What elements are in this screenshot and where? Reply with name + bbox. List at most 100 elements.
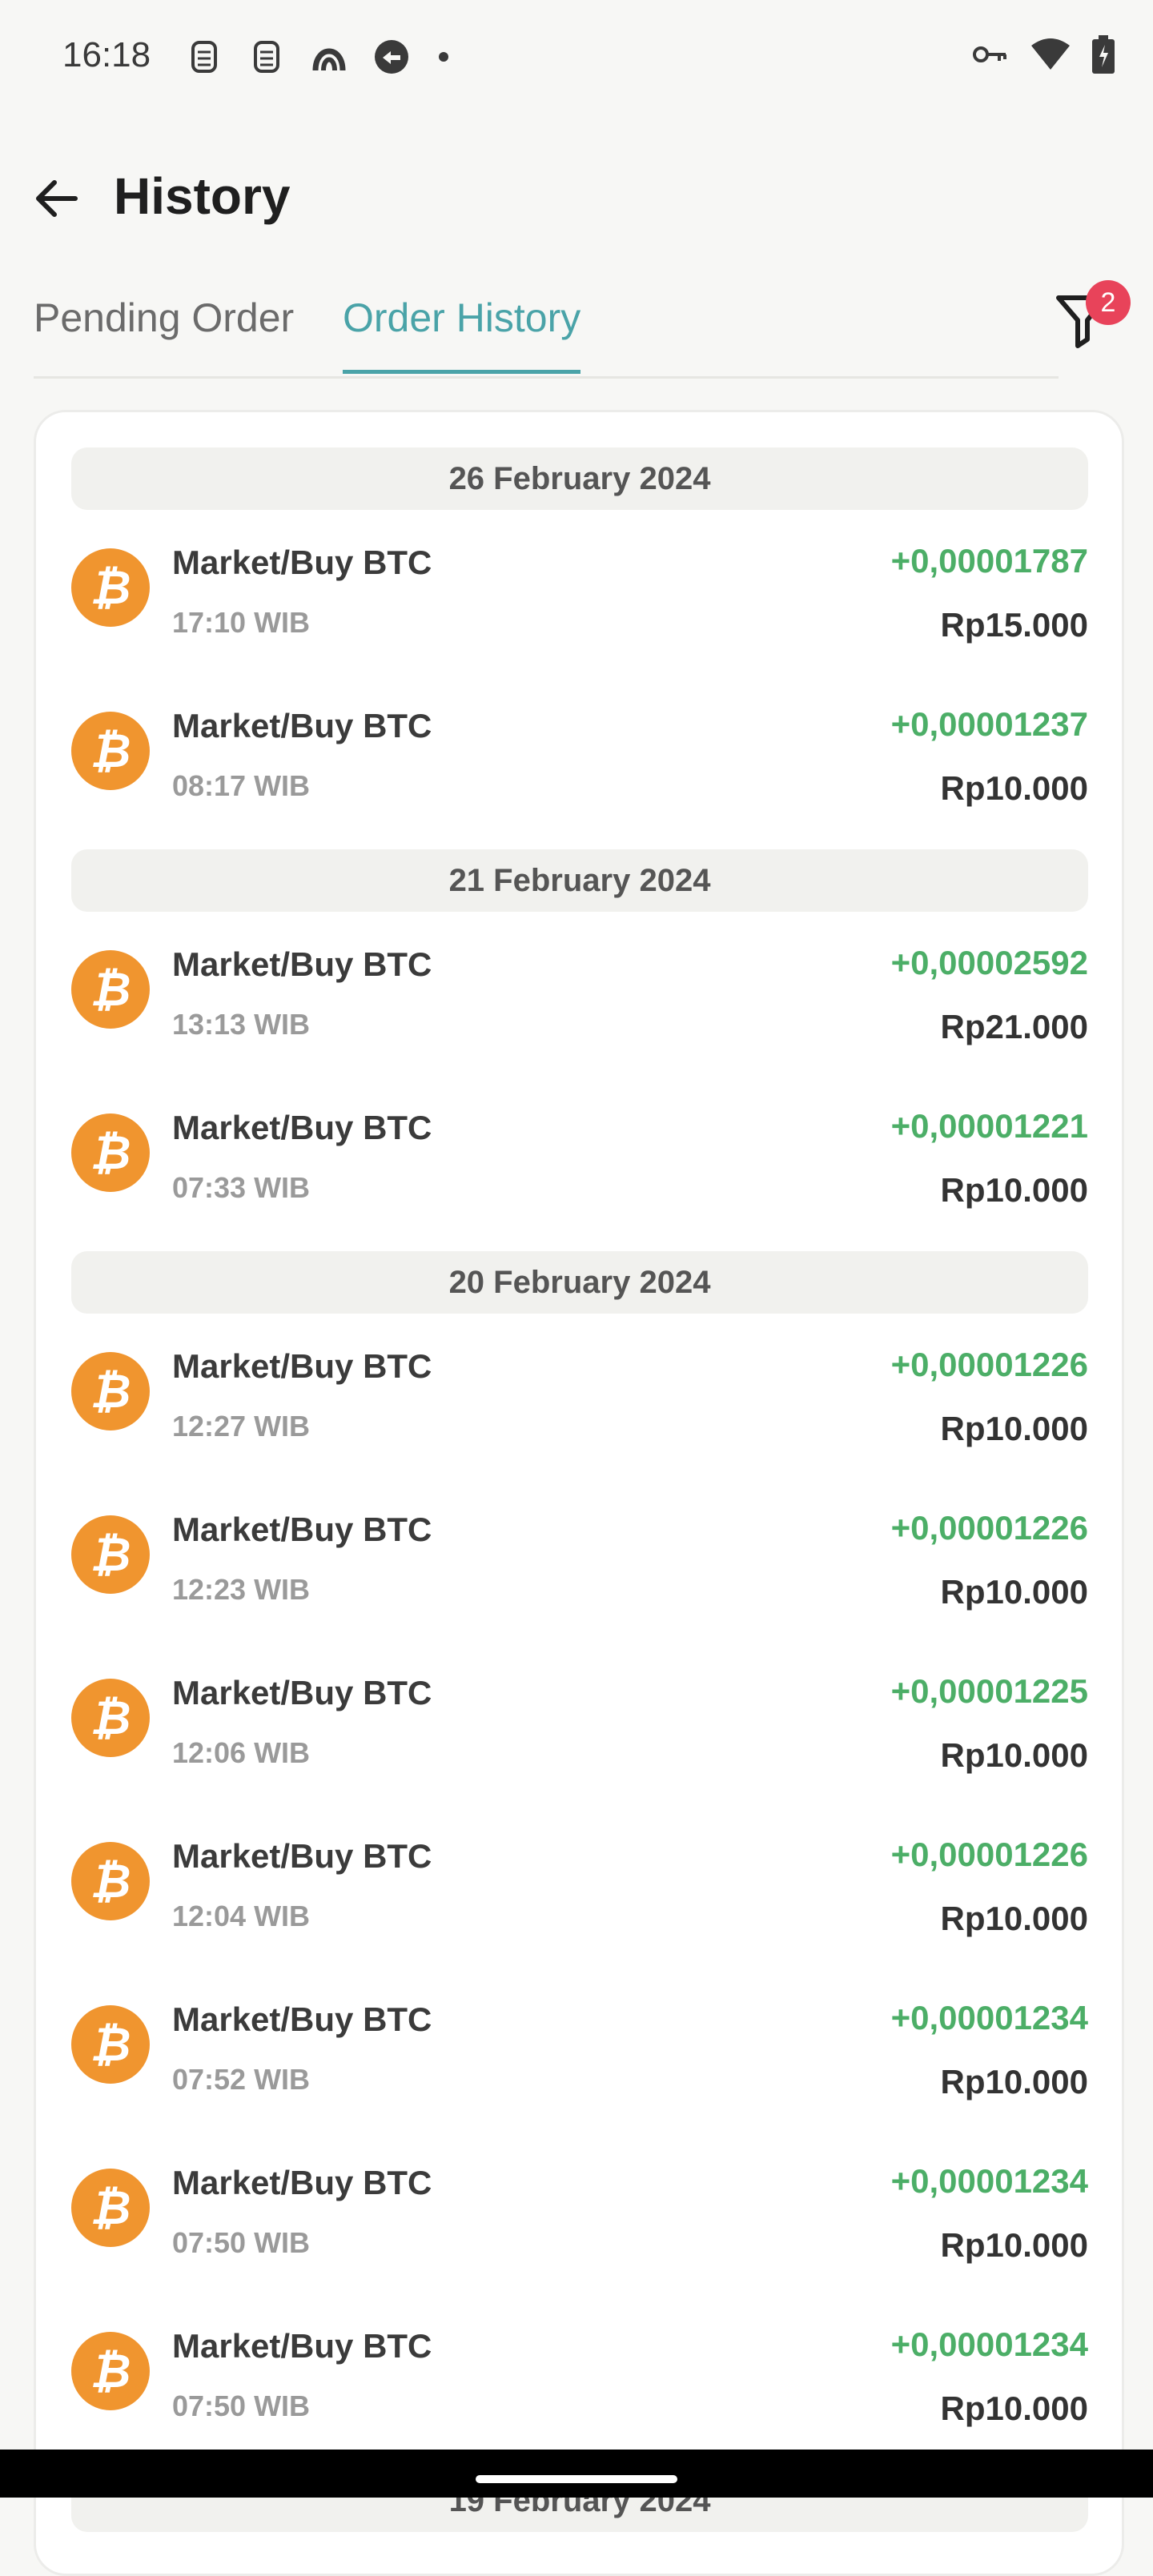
date-header: 26 February 2024: [71, 447, 1088, 510]
status-system-icons: [972, 35, 1115, 78]
arrow-left-icon: [36, 180, 78, 217]
order-row[interactable]: ₿ Market/Buy BTC 17:10 WIB +0,00001787 Rp15.…: [71, 520, 1088, 664]
date-header: 21 February 2024: [71, 849, 1088, 912]
order-time: 08:17 WIB: [172, 769, 311, 802]
order-label: Market/Buy BTC: [172, 1347, 432, 1385]
order-price: Rp10.000: [940, 1171, 1088, 1209]
order-time: 12:23 WIB: [172, 1573, 311, 1606]
status-notification-icons: [183, 35, 448, 78]
bitcoin-symbol: ₿: [90, 1854, 131, 1908]
order-label: Market/Buy BTC: [172, 1109, 432, 1146]
tab-pending-order[interactable]: Pending Order: [34, 295, 294, 341]
order-label: Market/Buy BTC: [172, 707, 432, 744]
bitcoin-icon: ₿: [71, 950, 150, 1029]
bitcoin-symbol: ₿: [90, 962, 131, 1017]
gesture-handle[interactable]: [476, 2475, 677, 2483]
order-time: 13:13 WIB: [172, 1008, 311, 1041]
bitcoin-symbol: ₿: [90, 1364, 131, 1418]
order-amount: +0,00001237: [890, 705, 1088, 743]
order-row[interactable]: ₿ Market/Buy BTC 12:06 WIB +0,00001225 Rp10.…: [71, 1650, 1088, 1794]
order-amount: +0,00001787: [890, 542, 1088, 580]
order-row[interactable]: ₿ Market/Buy BTC 12:23 WIB +0,00001226 Rp10.…: [71, 1487, 1088, 1631]
key-icon: [972, 42, 1009, 70]
order-time: 12:27 WIB: [172, 1410, 311, 1442]
date-header: 20 February 2024: [71, 1251, 1088, 1314]
order-time: 12:06 WIB: [172, 1736, 311, 1769]
order-label: Market/Buy BTC: [172, 945, 432, 983]
order-amount: +0,00001226: [890, 1346, 1088, 1383]
order-label: Market/Buy BTC: [172, 2327, 432, 2365]
order-time: 07:50 WIB: [172, 2226, 311, 2259]
wifi-icon: [1030, 38, 1071, 75]
bitcoin-icon: ₿: [71, 2169, 150, 2247]
order-price: Rp21.000: [940, 1008, 1088, 1045]
sim-icon: [183, 35, 226, 78]
order-row[interactable]: ₿ Market/Buy BTC 12:27 WIB +0,00001226 Rp10.…: [71, 1323, 1088, 1467]
order-amount: +0,00001234: [890, 1999, 1088, 2036]
order-amount: +0,00001234: [890, 2325, 1088, 2363]
sim-icon: [245, 35, 288, 78]
system-navigation-bar: [0, 2450, 1153, 2498]
order-row[interactable]: ₿ Market/Buy BTC 07:50 WIB +0,00001234 Rp10.…: [71, 2140, 1088, 2284]
order-label: Market/Buy BTC: [172, 2000, 432, 2038]
app-icon: [370, 35, 413, 78]
order-time: 07:52 WIB: [172, 2063, 311, 2096]
bitcoin-symbol: ₿: [90, 2344, 131, 2398]
order-price: Rp15.000: [940, 606, 1088, 644]
app-icon: [307, 35, 351, 78]
order-price: Rp10.000: [940, 1900, 1088, 1937]
order-row[interactable]: ₿ Market/Buy BTC 07:33 WIB +0,00001221 Rp10.…: [71, 1085, 1088, 1229]
status-bar: 16:18: [0, 0, 1153, 120]
bitcoin-symbol: ₿: [90, 2181, 131, 2235]
order-label: Market/Buy BTC: [172, 1837, 432, 1875]
order-label: Market/Buy BTC: [172, 1674, 432, 1711]
bitcoin-icon: ₿: [71, 1679, 150, 1757]
bitcoin-symbol: ₿: [90, 724, 131, 778]
order-price: Rp10.000: [940, 769, 1088, 807]
bitcoin-symbol: ₿: [90, 2017, 131, 2072]
order-time: 07:33 WIB: [172, 1171, 311, 1204]
page-title: History: [114, 167, 291, 225]
bitcoin-icon: ₿: [71, 1352, 150, 1430]
order-row[interactable]: ₿ Market/Buy BTC 12:04 WIB +0,00001226 Rp10.…: [71, 1813, 1088, 1957]
bitcoin-icon: ₿: [71, 712, 150, 790]
order-amount: +0,00001225: [890, 1672, 1088, 1710]
filter-count-badge: 2: [1086, 280, 1131, 325]
order-amount: +0,00001226: [890, 1509, 1088, 1547]
order-row[interactable]: ₿ Market/Buy BTC 13:13 WIB +0,00002592 Rp21.…: [71, 921, 1088, 1065]
bitcoin-icon: ₿: [71, 2332, 150, 2410]
app-header: History: [0, 152, 1153, 240]
dot-icon: [439, 52, 448, 62]
order-row[interactable]: ₿ Market/Buy BTC 07:52 WIB +0,00001234 Rp10.…: [71, 1976, 1088, 2121]
order-row[interactable]: ₿ Market/Buy BTC 08:17 WIB +0,00001237 Rp10.…: [71, 683, 1088, 827]
order-label: Market/Buy BTC: [172, 544, 432, 581]
order-amount: +0,00001221: [890, 1107, 1088, 1145]
bitcoin-icon: ₿: [71, 1515, 150, 1594]
order-price: Rp10.000: [940, 1573, 1088, 1611]
order-label: Market/Buy BTC: [172, 1511, 432, 1548]
order-price: Rp10.000: [940, 1410, 1088, 1447]
bitcoin-symbol: ₿: [90, 1125, 131, 1180]
order-history-list: 26 February 2024 ₿ Market/Buy BTC 17:10 WIB…: [34, 410, 1124, 2576]
order-row[interactable]: ₿ Market/Buy BTC 07:50 WIB +0,00001234 Rp10.…: [71, 2303, 1088, 2447]
status-time: 16:18: [62, 35, 151, 74]
bitcoin-symbol: ₿: [90, 560, 131, 615]
bitcoin-symbol: ₿: [90, 1527, 131, 1582]
bitcoin-icon: ₿: [71, 2005, 150, 2084]
tab-order-history[interactable]: Order History: [343, 295, 581, 374]
order-amount: +0,00001226: [890, 1836, 1088, 1873]
order-price: Rp10.000: [940, 2389, 1088, 2427]
order-price: Rp10.000: [940, 2226, 1088, 2264]
order-label: Market/Buy BTC: [172, 2164, 432, 2201]
order-amount: +0,00002592: [890, 944, 1088, 981]
tab-bar: Pending Order Order History: [34, 280, 1059, 379]
bitcoin-icon: ₿: [71, 1113, 150, 1192]
order-time: 12:04 WIB: [172, 1900, 311, 1932]
order-price: Rp10.000: [940, 1736, 1088, 1774]
order-price: Rp10.000: [940, 2063, 1088, 2101]
back-button[interactable]: [26, 168, 86, 229]
bitcoin-symbol: ₿: [90, 1691, 131, 1745]
bitcoin-icon: ₿: [71, 548, 150, 627]
battery-icon: [1092, 35, 1115, 78]
order-time: 07:50 WIB: [172, 2389, 311, 2422]
